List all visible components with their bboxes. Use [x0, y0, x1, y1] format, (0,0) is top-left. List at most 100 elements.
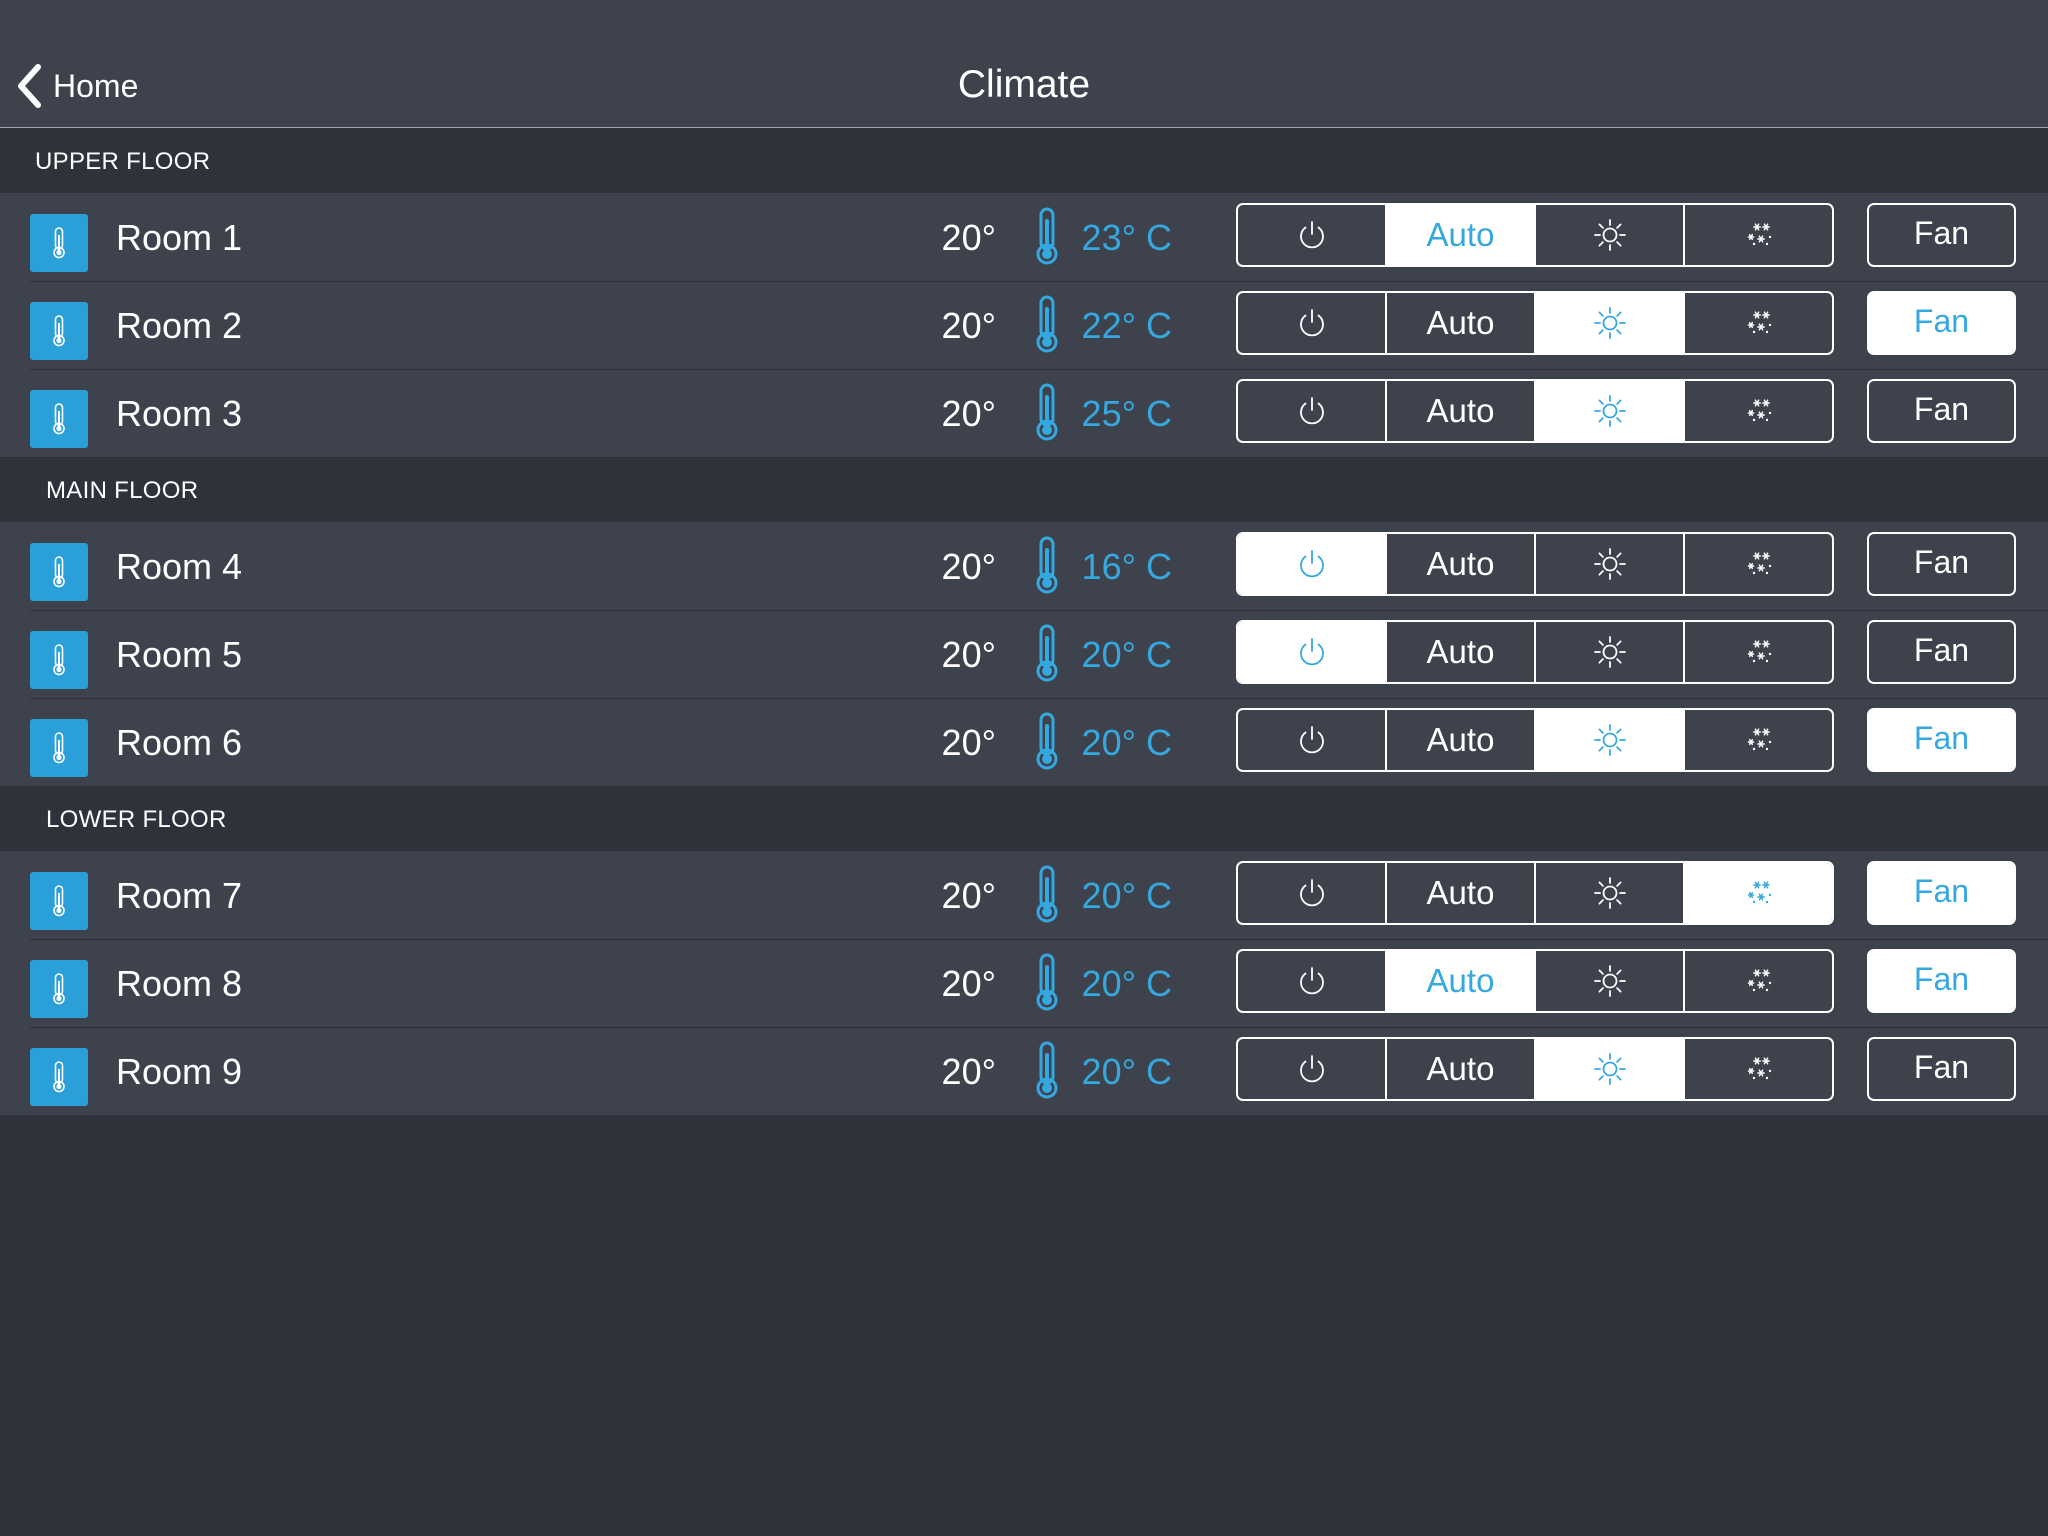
mode-cool-button[interactable]: [1683, 293, 1832, 353]
mode-heat-button[interactable]: [1534, 863, 1683, 923]
current-temperature: 16° C: [1081, 546, 1172, 587]
navigation-bar: Home Climate: [0, 0, 2048, 128]
setpoint-value[interactable]: 20°: [900, 873, 996, 919]
sun-icon: [1593, 1053, 1626, 1085]
mode-auto-button[interactable]: Auto: [1385, 293, 1534, 353]
mode-auto-button[interactable]: Auto: [1385, 205, 1534, 265]
power-icon: [1299, 879, 1324, 907]
mode-heat-button[interactable]: [1534, 381, 1683, 441]
setpoint-value[interactable]: 20°: [900, 632, 996, 678]
current-temperature: 23° C: [1081, 217, 1172, 258]
power-icon: [1299, 967, 1324, 995]
fan-button[interactable]: Fan: [1867, 532, 2016, 596]
fan-button[interactable]: Fan: [1867, 203, 2016, 267]
thermometer-icon: [53, 315, 65, 347]
setpoint-value[interactable]: 20°: [900, 544, 996, 590]
mode-cool-button[interactable]: [1683, 1039, 1832, 1099]
section-header: LOWER FLOOR: [0, 786, 2048, 851]
mode-off-button[interactable]: [1238, 381, 1385, 441]
sun-icon: [1593, 219, 1626, 251]
room-list: UPPER FLOOR Room 1 20° 23° C Auto Fan Room 2 20…: [0, 128, 2048, 1115]
mode-off-button[interactable]: [1238, 293, 1385, 353]
mode-selector: Auto: [1236, 1037, 1834, 1101]
thermometer-icon: [1036, 712, 1058, 770]
section-header: UPPER FLOOR: [0, 128, 2048, 193]
mode-auto-button[interactable]: Auto: [1385, 381, 1534, 441]
snowflake-icon: [1747, 1057, 1771, 1080]
power-icon: [1299, 221, 1324, 249]
setpoint-value[interactable]: 20°: [900, 215, 996, 261]
setpoint-value[interactable]: 20°: [900, 1049, 996, 1095]
mode-auto-button[interactable]: Auto: [1385, 534, 1534, 594]
room-icon-tile[interactable]: [30, 543, 88, 601]
mode-selector: Auto: [1236, 203, 1834, 267]
mode-off-button[interactable]: [1238, 534, 1385, 594]
section-header: MAIN FLOOR: [0, 457, 2048, 522]
mode-heat-button[interactable]: [1534, 622, 1683, 682]
mode-heat-button[interactable]: [1534, 710, 1683, 770]
thermometer-icon: [1036, 865, 1058, 923]
thermometer-icon: [1036, 295, 1058, 353]
fan-button[interactable]: Fan: [1867, 291, 2016, 355]
room-icon-tile[interactable]: [30, 302, 88, 360]
fan-button[interactable]: Fan: [1867, 379, 2016, 443]
thermometer-icon: [1036, 536, 1058, 594]
room-icon-tile[interactable]: [30, 960, 88, 1018]
mode-cool-button[interactable]: [1683, 622, 1832, 682]
mode-heat-button[interactable]: [1534, 1039, 1683, 1099]
room-icon-tile[interactable]: [30, 1048, 88, 1106]
room-row: Room 1 20° 23° C Auto Fan: [0, 193, 2048, 281]
fan-button[interactable]: Fan: [1867, 861, 2016, 925]
fan-button[interactable]: Fan: [1867, 620, 2016, 684]
thermometer-icon: [53, 885, 65, 917]
room-name: Room 2: [116, 305, 243, 346]
mode-off-button[interactable]: [1238, 710, 1385, 770]
setpoint-value[interactable]: 20°: [900, 720, 996, 766]
setpoint-value[interactable]: 20°: [900, 391, 996, 437]
room-icon-tile[interactable]: [30, 631, 88, 689]
mode-cool-button[interactable]: [1683, 534, 1832, 594]
room-icon-tile[interactable]: [30, 214, 88, 272]
mode-auto-button[interactable]: Auto: [1385, 951, 1534, 1011]
mode-heat-button[interactable]: [1534, 293, 1683, 353]
mode-heat-button[interactable]: [1534, 534, 1683, 594]
mode-cool-button[interactable]: [1683, 710, 1832, 770]
mode-cool-button[interactable]: [1683, 863, 1832, 923]
mode-cool-button[interactable]: [1683, 951, 1832, 1011]
mode-heat-button[interactable]: [1534, 205, 1683, 265]
setpoint-value[interactable]: 20°: [900, 303, 996, 349]
snowflake-icon: [1747, 399, 1771, 422]
room-row: Room 5 20° 20° C Auto Fan: [0, 610, 2048, 698]
setpoint-value[interactable]: 20°: [900, 961, 996, 1007]
current-temperature: 22° C: [1081, 305, 1172, 346]
mode-selector: Auto: [1236, 620, 1834, 684]
mode-off-button[interactable]: [1238, 951, 1385, 1011]
mode-auto-button[interactable]: Auto: [1385, 863, 1534, 923]
mode-auto-button[interactable]: Auto: [1385, 1039, 1534, 1099]
mode-selector: Auto: [1236, 861, 1834, 925]
room-icon-tile[interactable]: [30, 390, 88, 448]
current-temperature: 20° C: [1081, 875, 1172, 916]
room-row: Room 2 20° 22° C Auto Fan: [0, 281, 2048, 369]
mode-auto-button[interactable]: Auto: [1385, 622, 1534, 682]
mode-off-button[interactable]: [1238, 622, 1385, 682]
fan-button[interactable]: Fan: [1867, 708, 2016, 772]
mode-selector: Auto: [1236, 949, 1834, 1013]
sun-icon: [1593, 548, 1626, 580]
mode-off-button[interactable]: [1238, 1039, 1385, 1099]
mode-cool-button[interactable]: [1683, 381, 1832, 441]
mode-heat-button[interactable]: [1534, 951, 1683, 1011]
room-row: Room 9 20° 20° C Auto Fan: [0, 1027, 2048, 1115]
mode-cool-button[interactable]: [1683, 205, 1832, 265]
section-rows: Room 4 20° 16° C Auto Fan Room 5 20° 20° C Auto F…: [0, 522, 2048, 786]
mode-auto-button[interactable]: Auto: [1385, 710, 1534, 770]
mode-off-button[interactable]: [1238, 205, 1385, 265]
snowflake-icon: [1747, 223, 1771, 246]
room-icon-tile[interactable]: [30, 719, 88, 777]
mode-off-button[interactable]: [1238, 863, 1385, 923]
fan-button[interactable]: Fan: [1867, 1037, 2016, 1101]
power-icon: [1299, 309, 1324, 337]
thermometer-icon: [1036, 953, 1058, 1011]
room-icon-tile[interactable]: [30, 872, 88, 930]
fan-button[interactable]: Fan: [1867, 949, 2016, 1013]
